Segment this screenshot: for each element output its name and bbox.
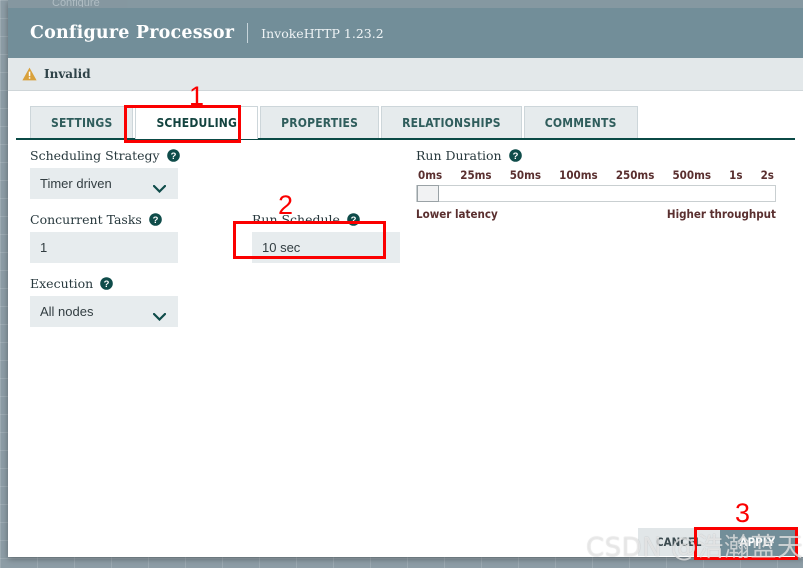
run-duration-group: Run Duration ? 0ms 25ms 50ms 100ms 250ms… [416,148,776,221]
tab-relationships[interactable]: RELATIONSHIPS [381,106,522,139]
svg-text:?: ? [104,279,110,290]
configure-processor-dialog: Configure Configure Processor InvokeHTTP… [8,0,803,557]
help-circle-icon[interactable]: ? [508,149,522,162]
svg-text:?: ? [170,151,176,162]
svg-text:?: ? [351,215,357,226]
run-duration-right-caption: Higher throughput [666,207,776,221]
scheduling-strategy-value: Timer driven [40,176,112,191]
execution-label-text: Execution [30,276,94,291]
cancel-button[interactable]: CANCEL [638,528,720,556]
scheduling-strategy-label: Scheduling Strategy ? [30,148,180,163]
concurrent-tasks-group: Concurrent Tasks ? 1 [30,212,178,263]
run-duration-tick: 250ms [615,168,655,182]
run-duration-slider-handle[interactable] [417,185,439,202]
run-schedule-group: Run Schedule ? 10 sec [252,212,400,263]
concurrent-tasks-label: Concurrent Tasks ? [30,212,178,227]
title-divider [247,23,249,43]
run-duration-left-caption: Lower latency [416,207,498,221]
scheduling-strategy-label-text: Scheduling Strategy [30,148,160,163]
help-circle-icon[interactable]: ? [149,213,162,226]
help-circle-icon[interactable]: ? [166,149,180,162]
execution-group: Execution ? All nodes [30,276,178,327]
processor-type-version: InvokeHTTP 1.23.2 [261,25,384,41]
footer-button-group: CANCEL APPLY [638,528,795,556]
page-title: Configure Processor [30,23,235,43]
concurrent-tasks-input[interactable]: 1 [30,232,178,263]
svg-text:?: ? [152,215,158,226]
run-duration-label-text: Run Duration [416,148,502,163]
run-duration-slider[interactable] [416,185,776,202]
status-badge: Invalid [44,67,91,81]
run-duration-tick: 50ms [509,168,542,182]
apply-button[interactable]: APPLY [719,528,795,556]
chevron-down-icon[interactable] [152,181,167,196]
tab-settings[interactable]: SETTINGS [30,106,134,139]
clipped-top-strip-label: Configure [52,0,100,7]
run-schedule-value: 10 sec [262,240,301,255]
scheduling-tab-content: Scheduling Strategy ? Timer driven Concu… [8,140,803,518]
run-duration-captions: Lower latency Higher throughput [416,207,776,221]
run-schedule-label-text: Run Schedule [252,212,340,227]
run-duration-tick: 500ms [672,168,712,182]
concurrent-tasks-value: 1 [40,240,48,255]
clipped-top-strip: Configure [8,0,803,8]
tab-scheduling[interactable]: SCHEDULING [135,106,259,139]
help-circle-icon[interactable]: ? [347,213,360,226]
tab-properties[interactable]: PROPERTIES [260,106,380,139]
run-duration-label: Run Duration ? [416,148,776,163]
run-schedule-label: Run Schedule ? [252,212,400,227]
help-circle-icon[interactable]: ? [100,277,114,290]
warning-triangle-icon [22,67,37,81]
run-duration-tick: 25ms [460,168,492,182]
chevron-down-icon[interactable] [152,309,167,324]
run-duration-tick: 1s [729,168,743,182]
validation-status-bar: Invalid [8,58,803,91]
execution-label: Execution ? [30,276,178,291]
run-duration-tick-labels: 0ms 25ms 50ms 100ms 250ms 500ms 1s 2s [416,168,776,182]
tab-comments[interactable]: COMMENTS [523,106,638,139]
svg-text:?: ? [512,151,518,162]
dialog-header: Configure Processor InvokeHTTP 1.23.2 [8,8,803,58]
run-schedule-input[interactable]: 10 sec [252,232,400,263]
dialog-footer: CANCEL APPLY [8,518,803,557]
scheduling-strategy-group: Scheduling Strategy ? Timer driven [30,148,180,199]
scheduling-strategy-select[interactable]: Timer driven [30,168,178,199]
execution-select[interactable]: All nodes [30,296,178,327]
run-duration-tick: 2s [760,168,774,182]
tab-bar: SETTINGS SCHEDULING PROPERTIES RELATIONS… [30,106,790,139]
run-duration-tick: 100ms [559,168,598,182]
concurrent-tasks-label-text: Concurrent Tasks [30,212,142,227]
run-duration-tick: 0ms [418,168,443,182]
execution-value: All nodes [40,304,94,319]
